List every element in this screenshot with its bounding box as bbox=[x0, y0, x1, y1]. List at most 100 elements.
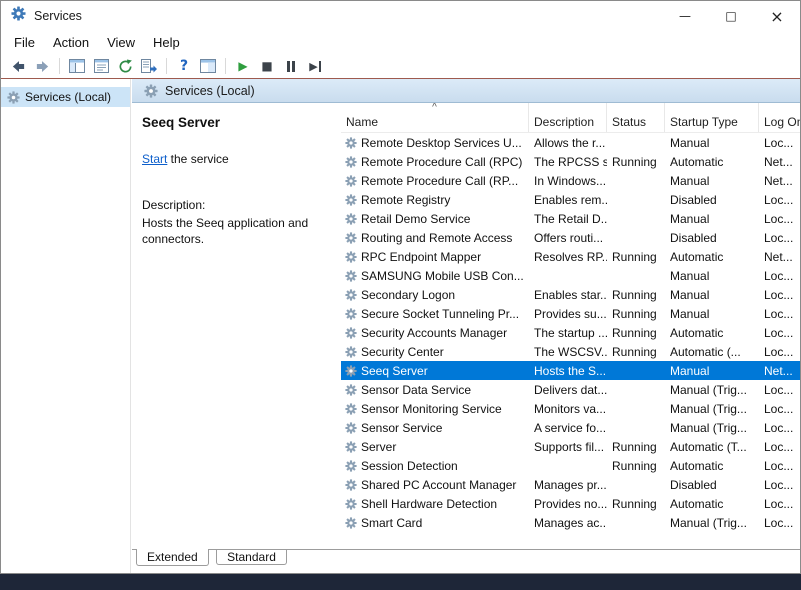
service-name-cell: Retail Demo Service bbox=[341, 212, 529, 226]
table-row[interactable]: Sensor Monitoring Service Monitors va...… bbox=[341, 399, 800, 418]
start-service-button[interactable]: ▶ bbox=[232, 56, 254, 77]
service-gear-icon bbox=[345, 403, 357, 415]
start-service-link[interactable]: Start bbox=[142, 152, 167, 166]
console-tree-pane: Services (Local) bbox=[1, 79, 131, 573]
menu-item-view[interactable]: View bbox=[98, 33, 144, 52]
column-header-name[interactable]: ^ Name bbox=[341, 103, 529, 132]
properties-button[interactable] bbox=[90, 56, 112, 77]
table-row[interactable]: Remote Registry Enables rem... Disabled … bbox=[341, 190, 800, 209]
service-startup-type-cell: Manual (Trig... bbox=[665, 383, 759, 397]
column-header-status[interactable]: Status bbox=[607, 103, 665, 132]
forward-button[interactable] bbox=[31, 56, 53, 77]
close-button[interactable]: × bbox=[754, 1, 800, 31]
service-log-on-as-cell: Loc... bbox=[759, 402, 800, 416]
table-row[interactable]: Retail Demo Service The Retail D... Manu… bbox=[341, 209, 800, 228]
toolbar-separator bbox=[59, 58, 60, 74]
column-header-description[interactable]: Description bbox=[529, 103, 607, 132]
service-name-cell: Sensor Service bbox=[341, 421, 529, 435]
app-body: Services (Local) bbox=[1, 79, 800, 573]
refresh-icon bbox=[118, 59, 133, 74]
service-status-cell: Running bbox=[607, 345, 665, 359]
service-action-line: Start the service bbox=[142, 152, 331, 166]
service-description-cell: Enables rem... bbox=[529, 193, 607, 207]
column-header-log-on-as[interactable]: Log On As bbox=[759, 103, 800, 132]
export-list-icon bbox=[141, 59, 158, 73]
services-window: Services — □ × File Action View Help bbox=[0, 0, 801, 574]
service-description-cell: The Retail D... bbox=[529, 212, 607, 226]
table-row[interactable]: Remote Procedure Call (RP... In Windows.… bbox=[341, 171, 800, 190]
service-status-cell: Running bbox=[607, 155, 665, 169]
extended-detail-pane: Seeq Server Start the service Descriptio… bbox=[132, 103, 341, 549]
main-content: Seeq Server Start the service Descriptio… bbox=[132, 103, 800, 549]
service-status-cell: Running bbox=[607, 250, 665, 264]
service-startup-type-cell: Automatic bbox=[665, 155, 759, 169]
main-pane: Services (Local) Seeq Server Start the s… bbox=[132, 79, 800, 573]
tree-item-services-local[interactable]: Services (Local) bbox=[1, 87, 130, 107]
menu-item-action[interactable]: Action bbox=[44, 33, 98, 52]
table-row[interactable]: Security Accounts Manager The startup ..… bbox=[341, 323, 800, 342]
service-gear-icon bbox=[345, 346, 357, 358]
service-log-on-as-cell: Loc... bbox=[759, 193, 800, 207]
stop-service-button[interactable]: ■ bbox=[256, 56, 278, 77]
table-row[interactable]: Session Detection Running Automatic Loc.… bbox=[341, 456, 800, 475]
service-name-cell: Remote Registry bbox=[341, 193, 529, 207]
view-panes-icon bbox=[200, 59, 216, 73]
help-button[interactable]: ? bbox=[173, 56, 195, 77]
view-panes-button[interactable] bbox=[197, 56, 219, 77]
maximize-button[interactable]: □ bbox=[708, 1, 754, 31]
back-button[interactable] bbox=[7, 56, 29, 77]
service-gear-icon bbox=[345, 365, 357, 377]
restart-service-button[interactable]: ▶ bbox=[304, 56, 326, 77]
selected-service-title: Seeq Server bbox=[142, 115, 331, 130]
pause-service-button[interactable] bbox=[280, 56, 302, 77]
service-startup-type-cell: Automatic (... bbox=[665, 345, 759, 359]
service-description-cell: The WSCSV... bbox=[529, 345, 607, 359]
service-startup-type-cell: Automatic bbox=[665, 250, 759, 264]
export-list-button[interactable] bbox=[138, 56, 160, 77]
table-row[interactable]: Seeq Server Hosts the S... Manual Net... bbox=[341, 361, 800, 380]
minimize-button[interactable]: — bbox=[662, 1, 708, 31]
table-row[interactable]: Remote Desktop Services U... Allows the … bbox=[341, 133, 800, 152]
table-row[interactable]: Remote Procedure Call (RPC) The RPCSS s.… bbox=[341, 152, 800, 171]
service-gear-icon bbox=[345, 175, 357, 187]
sort-ascending-icon: ^ bbox=[432, 103, 437, 113]
view-tabbar: Extended Standard bbox=[132, 549, 800, 573]
table-row[interactable]: Secondary Logon Enables star... Running … bbox=[341, 285, 800, 304]
service-gear-icon bbox=[345, 194, 357, 206]
service-gear-icon bbox=[345, 308, 357, 320]
table-row[interactable]: RPC Endpoint Mapper Resolves RP... Runni… bbox=[341, 247, 800, 266]
refresh-button[interactable] bbox=[114, 56, 136, 77]
table-row[interactable]: Sensor Service A service fo... Manual (T… bbox=[341, 418, 800, 437]
tab-extended[interactable]: Extended bbox=[136, 549, 209, 566]
service-log-on-as-cell: Net... bbox=[759, 250, 800, 264]
service-name-cell: Session Detection bbox=[341, 459, 529, 473]
table-row[interactable]: Server Supports fil... Running Automatic… bbox=[341, 437, 800, 456]
main-header: Services (Local) bbox=[132, 79, 800, 103]
table-row[interactable]: Smart Card Manages ac... Manual (Trig...… bbox=[341, 513, 800, 532]
show-console-tree-button[interactable] bbox=[66, 56, 88, 77]
menu-item-help[interactable]: Help bbox=[144, 33, 189, 52]
table-row[interactable]: Shell Hardware Detection Provides no... … bbox=[341, 494, 800, 513]
service-description-cell: Delivers dat... bbox=[529, 383, 607, 397]
service-startup-type-cell: Manual bbox=[665, 288, 759, 302]
service-gear-icon bbox=[345, 422, 357, 434]
tab-standard[interactable]: Standard bbox=[216, 550, 287, 565]
table-row[interactable]: SAMSUNG Mobile USB Con... Manual Loc... bbox=[341, 266, 800, 285]
service-log-on-as-cell: Loc... bbox=[759, 421, 800, 435]
tree-item-label: Services (Local) bbox=[25, 90, 111, 104]
table-row[interactable]: Shared PC Account Manager Manages pr... … bbox=[341, 475, 800, 494]
services-table: ^ Name Description Status Startup Type L… bbox=[341, 103, 800, 549]
table-row[interactable]: Routing and Remote Access Offers routi..… bbox=[341, 228, 800, 247]
column-header-startup-type[interactable]: Startup Type bbox=[665, 103, 759, 132]
services-app-icon bbox=[11, 6, 26, 26]
service-name-cell: Sensor Data Service bbox=[341, 383, 529, 397]
table-row[interactable]: Secure Socket Tunneling Pr... Provides s… bbox=[341, 304, 800, 323]
description-label: Description: bbox=[142, 198, 331, 212]
service-name-cell: Remote Procedure Call (RPC) bbox=[341, 155, 529, 169]
service-log-on-as-cell: Net... bbox=[759, 174, 800, 188]
table-row[interactable]: Security Center The WSCSV... Running Aut… bbox=[341, 342, 800, 361]
services-header-icon bbox=[144, 84, 158, 98]
table-row[interactable]: Sensor Data Service Delivers dat... Manu… bbox=[341, 380, 800, 399]
menu-item-file[interactable]: File bbox=[5, 33, 44, 52]
service-description-cell: The RPCSS s... bbox=[529, 155, 607, 169]
